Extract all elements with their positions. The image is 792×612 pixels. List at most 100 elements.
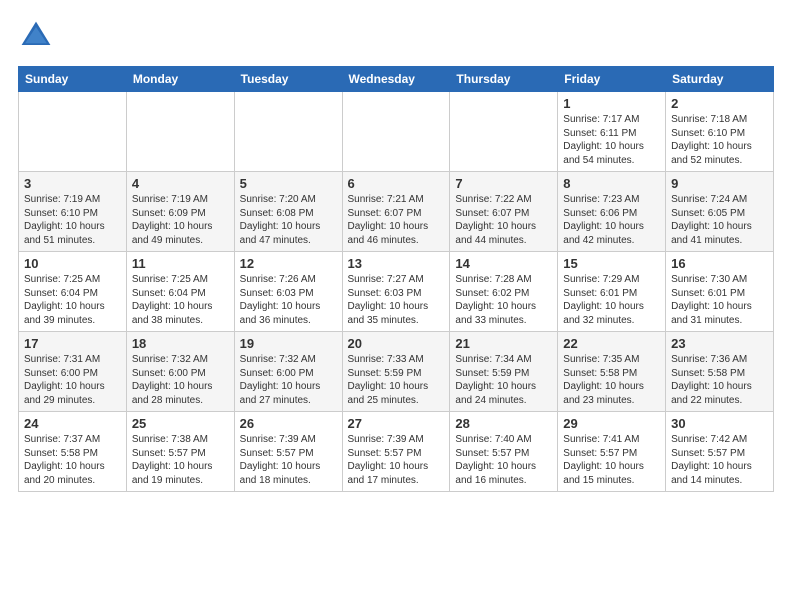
- calendar-cell: 3Sunrise: 7:19 AMSunset: 6:10 PMDaylight…: [19, 172, 127, 252]
- cell-info: Sunrise: 7:18 AM: [671, 114, 747, 125]
- day-number: 14: [455, 256, 552, 271]
- cell-info: Sunset: 5:57 PM: [455, 448, 529, 459]
- cell-info: Sunrise: 7:25 AM: [132, 274, 208, 285]
- cell-info: Sunset: 6:07 PM: [455, 208, 529, 219]
- cell-info: Sunrise: 7:38 AM: [132, 434, 208, 445]
- cell-info: Sunset: 6:00 PM: [24, 368, 98, 379]
- col-header-saturday: Saturday: [666, 67, 774, 92]
- day-number: 3: [24, 176, 121, 191]
- cell-info: Sunrise: 7:31 AM: [24, 354, 100, 365]
- cell-info: Daylight: 10 hours and 24 minutes.: [455, 381, 536, 406]
- logo: [18, 18, 58, 54]
- cell-info: Sunrise: 7:35 AM: [563, 354, 639, 365]
- week-row-2: 3 Sunrise: 7:19 AM Sunset: 6:10 PM Daylight…: [19, 172, 774, 252]
- cell-info: Daylight: 10 hours and 27 minutes.: [240, 381, 321, 406]
- calendar-cell: 11 Sunrise: 7:25 AM Sunset: 6:04 PM Dayligh…: [126, 252, 234, 332]
- cell-info: Daylight: 10 hours and 15 minutes.: [563, 461, 644, 486]
- day-number: 17: [24, 336, 121, 351]
- cell-info: Sunrise: 7:32 AM: [132, 354, 208, 365]
- calendar-cell: [126, 92, 234, 172]
- cell-info: Sunrise: 7:37 AM: [24, 434, 100, 445]
- calendar-cell: 20Sunrise: 7:33 AMSunset: 5:59 PMDayligh…: [342, 332, 450, 412]
- cell-info: Daylight: 10 hours and 36 minutes.: [240, 301, 321, 326]
- calendar-cell: 10Sunrise: 7:25 AMSunset: 6:04 PMDayligh…: [19, 252, 127, 332]
- calendar-cell: 30Sunrise: 7:42 AMSunset: 5:57 PMDayligh…: [666, 412, 774, 492]
- day-number: 18: [132, 336, 229, 351]
- calendar-cell: 29Sunrise: 7:41 AMSunset: 5:57 PMDayligh…: [558, 412, 666, 492]
- cell-info: Sunset: 5:59 PM: [455, 368, 529, 379]
- cell-info: Sunset: 5:57 PM: [240, 448, 314, 459]
- cell-info: Sunset: 5:58 PM: [563, 368, 637, 379]
- cell-info: Daylight: 10 hours and 29 minutes.: [24, 381, 105, 406]
- cell-info: Sunset: 5:57 PM: [671, 448, 745, 459]
- cell-info: Daylight: 10 hours and 46 minutes.: [348, 221, 429, 246]
- calendar-cell: [450, 92, 558, 172]
- cell-info: Sunset: 6:10 PM: [24, 208, 98, 219]
- cell-info: Daylight: 10 hours and 38 minutes.: [132, 301, 213, 326]
- col-header-tuesday: Tuesday: [234, 67, 342, 92]
- calendar-cell: 21Sunrise: 7:34 AMSunset: 5:59 PMDayligh…: [450, 332, 558, 412]
- calendar-cell: 18Sunrise: 7:32 AMSunset: 6:00 PMDayligh…: [126, 332, 234, 412]
- cell-info: Sunset: 5:57 PM: [348, 448, 422, 459]
- cell-info: Daylight: 10 hours and 18 minutes.: [240, 461, 321, 486]
- day-number: 10: [24, 256, 121, 271]
- calendar-cell: 17 Sunrise: 7:31 AM Sunset: 6:00 PM Dayligh…: [19, 332, 127, 412]
- week-row-4: 17 Sunrise: 7:31 AM Sunset: 6:00 PM Dayligh…: [19, 332, 774, 412]
- cell-info: Sunrise: 7:19 AM: [132, 194, 208, 205]
- calendar-cell: 26Sunrise: 7:39 AMSunset: 5:57 PMDayligh…: [234, 412, 342, 492]
- calendar-cell: 2Sunrise: 7:18 AMSunset: 6:10 PMDaylight…: [666, 92, 774, 172]
- cell-info: Daylight: 10 hours and 20 minutes.: [24, 461, 105, 486]
- cell-info: Daylight: 10 hours and 17 minutes.: [348, 461, 429, 486]
- cell-info: Sunset: 5:58 PM: [24, 448, 98, 459]
- calendar-cell: [234, 92, 342, 172]
- day-number: 1: [563, 96, 660, 111]
- cell-info: Daylight: 10 hours and 42 minutes.: [563, 221, 644, 246]
- cell-info: Sunrise: 7:30 AM: [671, 274, 747, 285]
- calendar-cell: 5Sunrise: 7:20 AMSunset: 6:08 PMDaylight…: [234, 172, 342, 252]
- calendar-cell: 13Sunrise: 7:27 AMSunset: 6:03 PMDayligh…: [342, 252, 450, 332]
- cell-info: Sunset: 6:09 PM: [132, 208, 206, 219]
- day-number: 25: [132, 416, 229, 431]
- cell-info: Sunset: 6:10 PM: [671, 128, 745, 139]
- cell-info: Sunrise: 7:25 AM: [24, 274, 100, 285]
- cell-info: Sunrise: 7:23 AM: [563, 194, 639, 205]
- day-number: 23: [671, 336, 768, 351]
- cell-info: Daylight: 10 hours and 22 minutes.: [671, 381, 752, 406]
- day-number: 7: [455, 176, 552, 191]
- cell-info: Sunset: 6:01 PM: [671, 288, 745, 299]
- day-number: 4: [132, 176, 229, 191]
- col-header-thursday: Thursday: [450, 67, 558, 92]
- day-number: 11: [132, 256, 229, 271]
- day-number: 9: [671, 176, 768, 191]
- cell-info: Daylight: 10 hours and 31 minutes.: [671, 301, 752, 326]
- col-header-wednesday: Wednesday: [342, 67, 450, 92]
- day-number: 2: [671, 96, 768, 111]
- cell-info: Sunset: 5:59 PM: [348, 368, 422, 379]
- week-row-3: 10 Sunrise: 7:25 AM Sunset: 6:04 PM Dayligh…: [19, 252, 774, 332]
- day-number: 16: [671, 256, 768, 271]
- cell-info: Sunset: 6:01 PM: [563, 288, 637, 299]
- day-number: 24: [24, 416, 121, 431]
- day-number: 27: [348, 416, 445, 431]
- cell-info: Sunrise: 7:39 AM: [348, 434, 424, 445]
- day-number: 22: [563, 336, 660, 351]
- cell-info: Sunset: 6:08 PM: [240, 208, 314, 219]
- day-number: 20: [348, 336, 445, 351]
- day-number: 6: [348, 176, 445, 191]
- cell-info: Sunset: 5:57 PM: [132, 448, 206, 459]
- cell-info: Sunset: 6:04 PM: [132, 288, 206, 299]
- calendar-cell: 16 Sunrise: 7:30 AM Sunset: 6:01 PM Dayligh…: [666, 252, 774, 332]
- calendar-cell: 4Sunrise: 7:19 AMSunset: 6:09 PMDaylight…: [126, 172, 234, 252]
- calendar-cell: 24 Sunrise: 7:37 AM Sunset: 5:58 PM Dayligh…: [19, 412, 127, 492]
- calendar-cell: 8Sunrise: 7:23 AMSunset: 6:06 PMDaylight…: [558, 172, 666, 252]
- cell-info: Sunrise: 7:22 AM: [455, 194, 531, 205]
- calendar-cell: 28Sunrise: 7:40 AMSunset: 5:57 PMDayligh…: [450, 412, 558, 492]
- col-header-sunday: Sunday: [19, 67, 127, 92]
- calendar-cell: 6Sunrise: 7:21 AMSunset: 6:07 PMDaylight…: [342, 172, 450, 252]
- week-row-1: 1Sunrise: 7:17 AMSunset: 6:11 PMDaylight…: [19, 92, 774, 172]
- day-number: 15: [563, 256, 660, 271]
- cell-info: Sunset: 5:57 PM: [563, 448, 637, 459]
- calendar-cell: 12Sunrise: 7:26 AMSunset: 6:03 PMDayligh…: [234, 252, 342, 332]
- cell-info: Daylight: 10 hours and 33 minutes.: [455, 301, 536, 326]
- day-number: 19: [240, 336, 337, 351]
